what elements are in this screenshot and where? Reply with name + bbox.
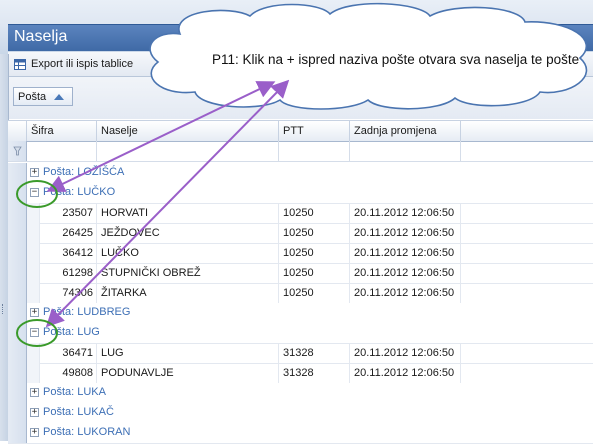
callout-arrow-lucko [46,81,276,192]
callout-text: P11: Klik na + ispred naziva pošte otvar… [212,52,580,67]
callout-arrow-lug [45,79,290,328]
highlight-ring-lucko [16,180,58,208]
highlight-ring-lug [16,319,58,347]
